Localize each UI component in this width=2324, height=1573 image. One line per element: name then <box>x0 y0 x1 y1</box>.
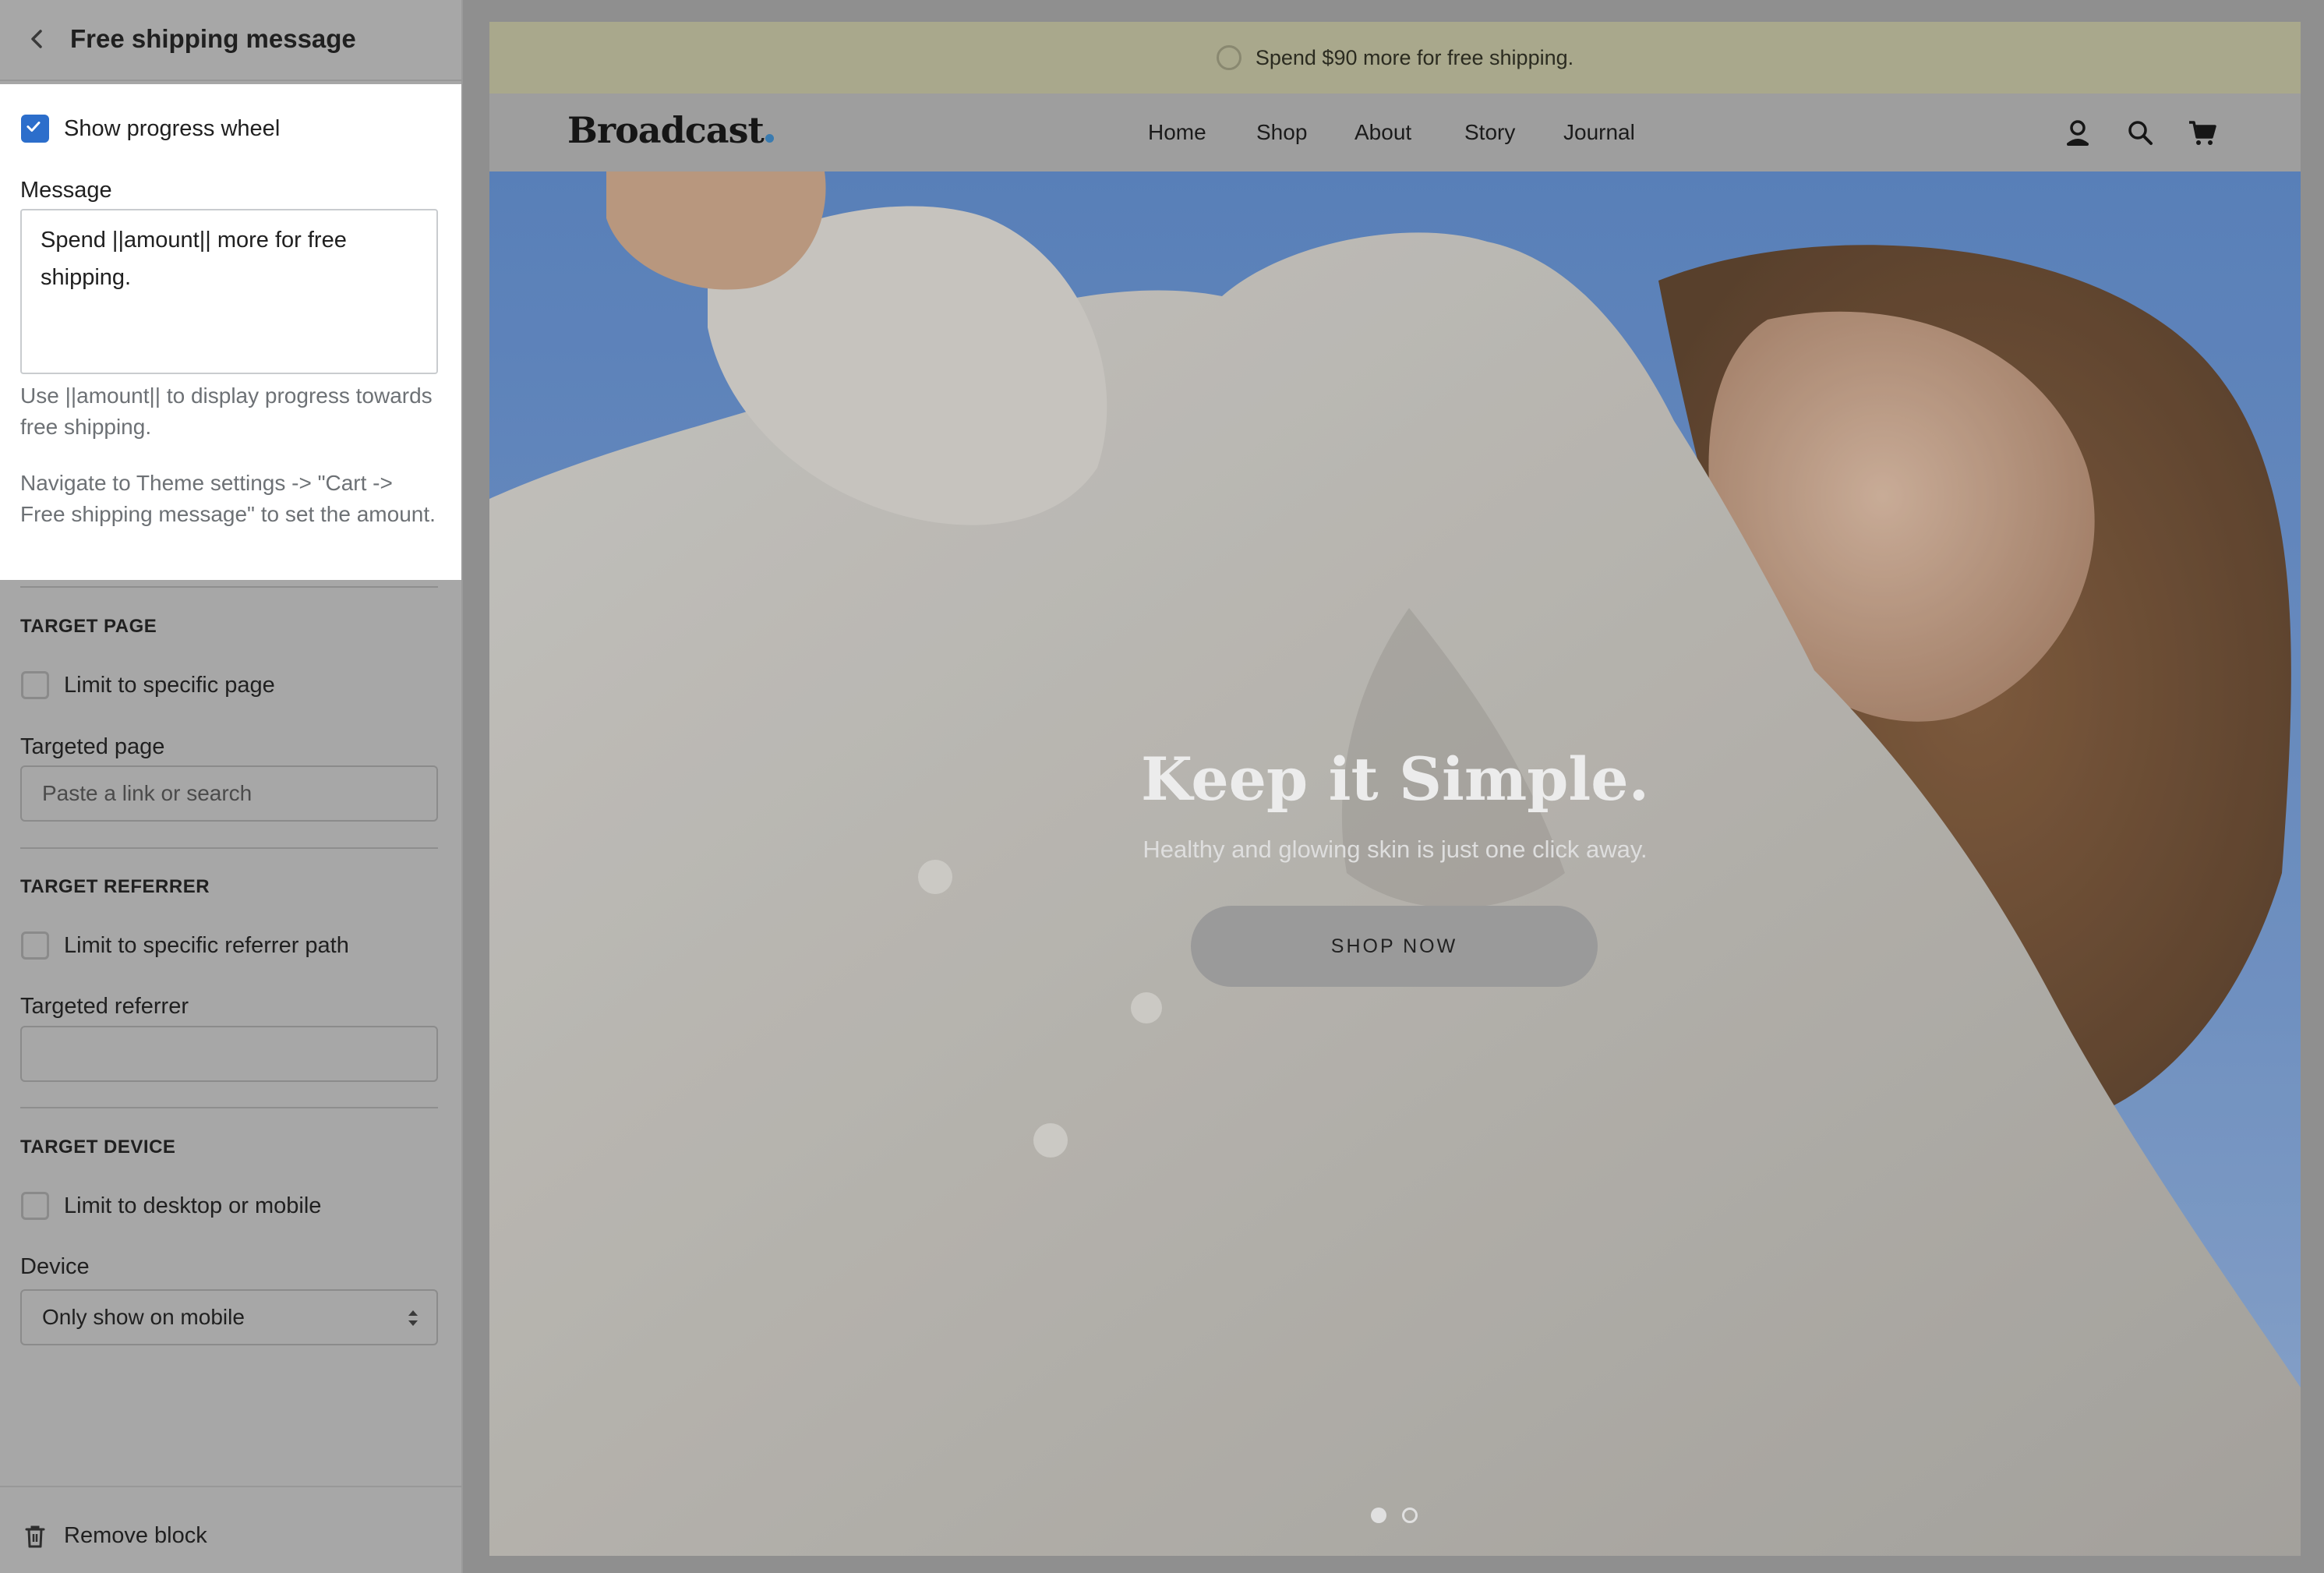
sidebar-header: Free shipping message <box>0 0 461 81</box>
targeted-page-input[interactable]: Paste a link or search <box>20 765 438 822</box>
limit-device-checkbox[interactable] <box>21 1192 49 1220</box>
device-select-value: Only show on mobile <box>42 1305 245 1329</box>
limit-referrer-checkbox[interactable] <box>21 931 49 960</box>
divider <box>20 586 438 588</box>
progress-wheel-icon <box>1216 45 1241 70</box>
nav-shop[interactable]: Shop <box>1256 118 1307 147</box>
target-referrer-heading: TARGET REFERRER <box>20 876 210 897</box>
nav-journal[interactable]: Journal <box>1563 118 1635 147</box>
limit-device-label: Limit to desktop or mobile <box>64 1193 322 1218</box>
shop-now-button[interactable]: SHOP NOW <box>1191 906 1598 987</box>
slide-dot-1[interactable] <box>1371 1508 1386 1523</box>
logo-dot <box>765 134 774 143</box>
announcement-text: Spend $90 more for free shipping. <box>1255 45 1574 69</box>
limit-specific-page-label: Limit to specific page <box>64 673 275 698</box>
divider <box>20 847 438 849</box>
divider <box>20 1107 438 1108</box>
show-progress-wheel-checkbox[interactable] <box>21 115 49 143</box>
target-device-heading: TARGET DEVICE <box>20 1136 176 1158</box>
checkmark-icon <box>26 122 41 132</box>
nav-about[interactable]: About <box>1354 118 1411 147</box>
trash-icon <box>25 1525 45 1548</box>
sidebar-footer: Remove block <box>0 1486 461 1573</box>
remove-block-button[interactable]: Remove block <box>64 1522 207 1550</box>
sidebar-title: Free shipping message <box>70 24 356 53</box>
account-icon[interactable] <box>2062 117 2093 148</box>
store-header: Broadcast Home Shop About Story Journal <box>489 94 2301 171</box>
targeted-page-label: Targeted page <box>20 734 165 759</box>
storefront-preview: Spend $90 more for free shipping. Broadc… <box>489 22 2301 1556</box>
hero-overlay <box>489 171 2301 1556</box>
search-icon[interactable] <box>2124 117 2156 148</box>
targeted-referrer-input[interactable] <box>20 1026 438 1082</box>
cart-icon[interactable] <box>2187 117 2218 148</box>
theme-settings-help-text: Navigate to Theme settings -> "Cart -> F… <box>20 471 436 526</box>
device-label: Device <box>20 1254 90 1279</box>
settings-sidebar: Free shipping message Show progress whee… <box>0 0 463 1573</box>
hero-banner: Keep it Simple. Healthy and glowing skin… <box>489 171 2301 1556</box>
message-label: Message <box>20 178 112 203</box>
announcement-bar: Spend $90 more for free shipping. <box>489 22 2301 94</box>
message-settings-panel: Show progress wheel Message Spend ||amou… <box>0 84 461 580</box>
nav-home[interactable]: Home <box>1148 118 1206 147</box>
hero-subtitle: Healthy and glowing skin is just one cli… <box>1143 836 1648 863</box>
limit-specific-page-checkbox[interactable] <box>21 671 49 699</box>
slide-dot-2[interactable] <box>1402 1508 1418 1523</box>
message-textarea[interactable]: Spend ||amount|| more for free shipping. <box>20 209 438 374</box>
hero-title: Keep it Simple. <box>1140 744 1650 814</box>
targeted-referrer-label: Targeted referrer <box>20 994 189 1019</box>
target-page-heading: TARGET PAGE <box>20 616 157 637</box>
select-arrows-icon <box>408 1310 418 1326</box>
store-logo-text: Broadcast <box>567 109 765 151</box>
show-progress-wheel-label: Show progress wheel <box>64 116 281 141</box>
amount-help-text: Use ||amount|| to display progress towar… <box>20 384 433 439</box>
chevron-left-icon[interactable] <box>22 23 53 55</box>
limit-referrer-label: Limit to specific referrer path <box>64 933 349 958</box>
device-select[interactable]: Only show on mobile <box>20 1289 438 1345</box>
store-logo[interactable]: Broadcast <box>567 109 774 151</box>
nav-story[interactable]: Story <box>1464 118 1515 147</box>
